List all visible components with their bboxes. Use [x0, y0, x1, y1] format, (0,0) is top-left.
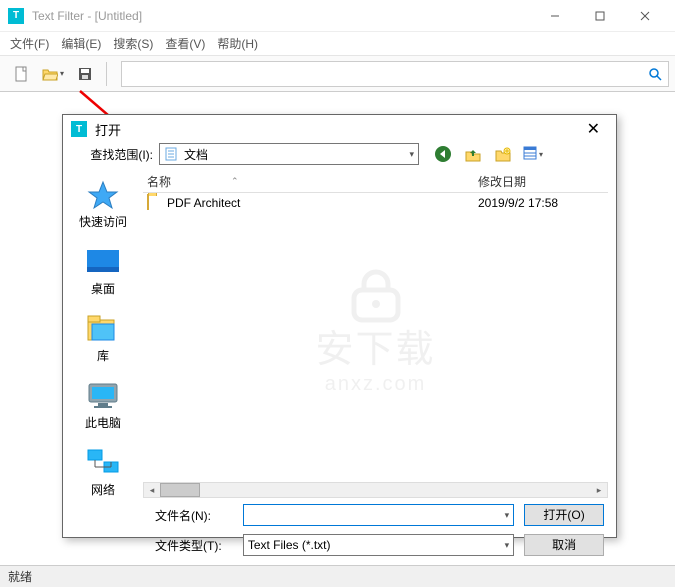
- filetype-value: Text Files (*.txt): [248, 538, 331, 552]
- lookin-label: 查找范围(I):: [75, 146, 153, 163]
- places-bar: 快速访问 桌面 库 此电脑: [63, 171, 143, 498]
- view-menu-button[interactable]: ▾: [523, 144, 543, 164]
- menu-edit[interactable]: 编辑(E): [61, 35, 101, 52]
- titlebar: T Text Filter - [Untitled]: [0, 0, 675, 32]
- app-icon: T: [8, 8, 24, 24]
- filename-label: 文件名(N):: [155, 507, 233, 524]
- search-box: [121, 61, 669, 87]
- menubar: 文件(F) 编辑(E) 搜索(S) 查看(V) 帮助(H): [0, 32, 675, 56]
- place-label: 此电脑: [85, 414, 121, 431]
- window-title: Text Filter - [Untitled]: [32, 9, 142, 23]
- new-folder-button[interactable]: [493, 144, 513, 164]
- file-list: 名称 ⌃ 修改日期 PDF Architect 2019/9/2 17:58 安…: [143, 171, 608, 498]
- scroll-thumb[interactable]: [160, 483, 200, 497]
- chevron-down-icon: ▾: [505, 540, 510, 551]
- open-button[interactable]: 打开(O): [524, 504, 604, 526]
- this-pc-icon: [85, 380, 121, 412]
- lookin-value: 文档: [184, 146, 208, 163]
- libraries-icon: [85, 313, 121, 345]
- chevron-down-icon: ▾: [539, 150, 543, 159]
- dialog-body: 快速访问 桌面 库 此电脑: [63, 171, 616, 498]
- file-list-header[interactable]: 名称 ⌃ 修改日期: [143, 171, 608, 193]
- open-dialog: T 打开 ✕ 查找范围(I): 文档 ▾ ▾: [62, 114, 617, 538]
- new-file-button[interactable]: [6, 60, 36, 88]
- dialog-close-button[interactable]: ✕: [579, 115, 608, 143]
- place-label: 快速访问: [79, 213, 127, 230]
- toolbar-divider: [106, 62, 107, 86]
- open-file-button[interactable]: ▾: [38, 60, 68, 88]
- sort-indicator-icon: ⌃: [231, 176, 239, 187]
- menu-file[interactable]: 文件(F): [10, 35, 49, 52]
- list-item[interactable]: PDF Architect 2019/9/2 17:58: [143, 193, 608, 213]
- watermark: 安下载 anxz.com: [315, 268, 435, 396]
- place-label: 桌面: [91, 280, 115, 297]
- chevron-down-icon: ▾: [505, 510, 510, 521]
- place-libraries[interactable]: 库: [85, 313, 121, 364]
- dialog-title: 打开: [95, 120, 121, 139]
- place-label: 库: [97, 347, 109, 364]
- menu-search[interactable]: 搜索(S): [113, 35, 153, 52]
- cancel-button[interactable]: 取消: [524, 534, 604, 556]
- up-one-level-button[interactable]: [463, 144, 483, 164]
- search-input[interactable]: [122, 67, 642, 81]
- place-network[interactable]: 网络: [85, 447, 121, 498]
- filetype-label: 文件类型(T):: [155, 537, 233, 554]
- desktop-icon: [85, 246, 121, 278]
- dialog-titlebar: T 打开 ✕: [63, 115, 616, 143]
- place-quick-access[interactable]: 快速访问: [79, 179, 127, 230]
- filetype-combo[interactable]: Text Files (*.txt) ▾: [243, 534, 514, 556]
- quick-access-icon: [85, 179, 121, 211]
- lookin-row: 查找范围(I): 文档 ▾ ▾: [63, 143, 616, 165]
- menu-help[interactable]: 帮助(H): [217, 35, 258, 52]
- place-desktop[interactable]: 桌面: [85, 246, 121, 297]
- file-date: 2019/9/2 17:58: [478, 196, 608, 210]
- file-name: PDF Architect: [167, 196, 478, 210]
- status-text: 就绪: [8, 568, 32, 585]
- back-button[interactable]: [433, 144, 453, 164]
- scroll-right-icon[interactable]: ▸: [591, 485, 607, 496]
- folder-icon: [147, 195, 163, 211]
- dialog-nav-icons: ▾: [433, 144, 543, 164]
- window-controls: [532, 1, 667, 31]
- lookin-combo[interactable]: 文档 ▾: [159, 143, 419, 165]
- minimize-button[interactable]: [532, 1, 577, 31]
- filename-row: 文件名(N): ▾ 打开(O): [155, 504, 604, 526]
- chevron-down-icon: ▾: [409, 149, 414, 160]
- place-label: 网络: [91, 481, 115, 498]
- documents-icon: [164, 146, 180, 162]
- dialog-app-icon: T: [71, 121, 87, 137]
- column-name[interactable]: 名称 ⌃: [143, 173, 478, 190]
- search-icon[interactable]: [642, 62, 668, 86]
- menu-view[interactable]: 查看(V): [165, 35, 205, 52]
- network-icon: [85, 447, 121, 479]
- save-button[interactable]: [70, 60, 100, 88]
- horizontal-scrollbar[interactable]: ◂ ▸: [143, 482, 608, 498]
- maximize-button[interactable]: [577, 1, 622, 31]
- column-date[interactable]: 修改日期: [478, 173, 608, 190]
- scroll-left-icon[interactable]: ◂: [144, 485, 160, 496]
- place-this-pc[interactable]: 此电脑: [85, 380, 121, 431]
- filetype-row: 文件类型(T): Text Files (*.txt) ▾ 取消: [155, 534, 604, 556]
- dialog-bottom: 文件名(N): ▾ 打开(O) 文件类型(T): Text Files (*.t…: [63, 498, 616, 576]
- file-list-rows[interactable]: PDF Architect 2019/9/2 17:58 安下载 anxz.co…: [143, 193, 608, 482]
- filename-combo[interactable]: ▾: [243, 504, 514, 526]
- close-button[interactable]: [622, 1, 667, 31]
